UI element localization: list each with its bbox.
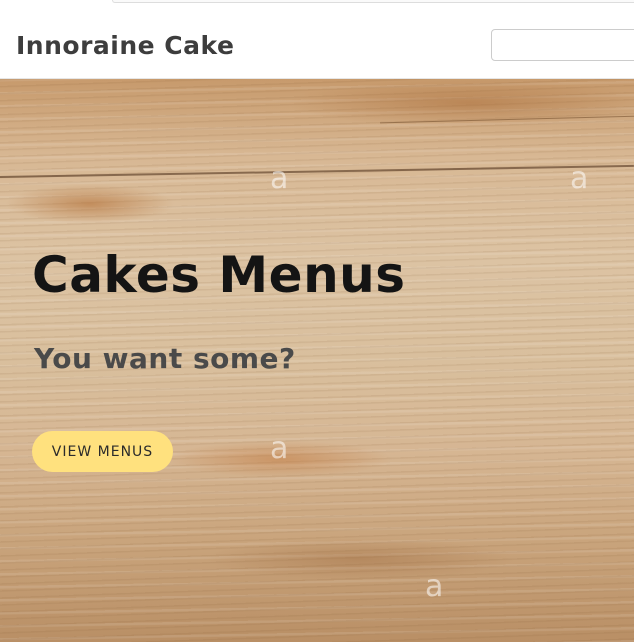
watermark-glyph: a [425,569,444,604]
search-input[interactable] [491,29,634,61]
wood-grain-line [380,115,634,124]
browser-top-strip [0,0,634,8]
navbar: Innoraine Cake [0,8,634,79]
view-menus-button[interactable]: VIEW MENUS [32,431,173,472]
wood-grain-line [0,164,634,178]
hero-subtitle: You want some? [34,342,296,375]
brand-name[interactable]: Innoraine Cake [16,30,234,62]
watermark-glyph: a [270,431,289,466]
watermark-glyph: a [570,161,589,196]
hero-title: Cakes Menus [32,246,406,304]
hero-banner: a a a a Cakes Menus You want some? VIEW … [0,79,634,642]
watermark-glyph: a [270,161,289,196]
top-bar-edge [112,0,634,3]
